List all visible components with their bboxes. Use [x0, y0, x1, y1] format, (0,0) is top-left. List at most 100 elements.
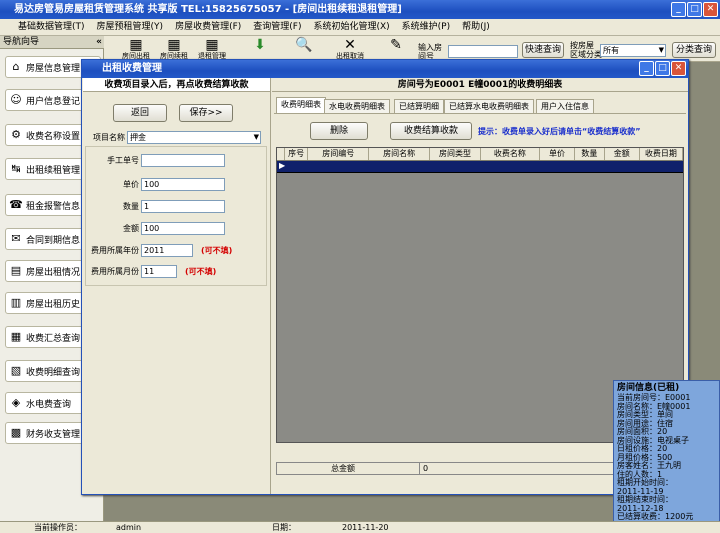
tab-fee-detail[interactable]: 收费明细表 — [276, 97, 326, 113]
tab-utility-detail[interactable]: 水电收费明细表 — [324, 99, 390, 113]
column-header[interactable]: 房间类型 — [430, 148, 481, 160]
settle-button[interactable]: 收费结算收款 — [390, 122, 472, 140]
room-return-icon: ▦ — [205, 37, 219, 53]
date-value: 2011-11-20 — [342, 523, 389, 532]
nav-item-label: 租金报警信息 — [26, 201, 81, 212]
column-header[interactable]: 收费日期 — [640, 148, 684, 160]
fee-name-icon: ⚙ — [11, 128, 21, 141]
menu-system-init[interactable]: 系统初始化管理(X) — [307, 19, 395, 36]
nav-item-label: 出租续租管理 — [26, 165, 81, 176]
column-header[interactable]: 数量 — [575, 148, 605, 160]
manual-no-label: 手工单号 — [107, 156, 139, 165]
summary-icon: ▦ — [10, 330, 22, 343]
chevron-down-icon: ▼ — [253, 133, 259, 141]
contract-icon: ✉ — [11, 232, 21, 245]
column-header[interactable]: 序号 — [285, 148, 309, 160]
room-booking-button[interactable]: ▦ 房间出租 — [122, 38, 150, 60]
date-label: 日期： — [272, 523, 296, 532]
nav-item-label: 房屋出租历史 — [26, 299, 81, 310]
menu-fees[interactable]: 房屋收费管理(F) — [169, 19, 247, 36]
menu-query[interactable]: 查询管理(F) — [247, 19, 307, 36]
room-renew-button[interactable]: ▦ 房间续租 — [160, 38, 188, 60]
area-select[interactable]: 所有 ▼ — [600, 44, 666, 57]
item-name-label: 项目名称 — [93, 133, 125, 142]
nav-item-label: 水电费查询 — [26, 399, 72, 410]
by-area-sublabel: 区域分类 — [570, 50, 602, 59]
room-return-button[interactable]: ▦ 退租管理 — [198, 38, 226, 60]
price-input[interactable]: 100 — [141, 178, 225, 191]
download-icon: ⬇ — [254, 37, 266, 53]
column-header[interactable]: 单价 — [540, 148, 576, 160]
room-number-input[interactable] — [448, 45, 518, 58]
menu-pre-rent[interactable]: 房屋预租管理(Y) — [91, 19, 170, 36]
nav-header-label: 导航向导 — [3, 37, 40, 47]
download-button[interactable]: ⬇ — [246, 38, 274, 60]
close-button[interactable]: ✕ — [703, 2, 718, 17]
month-label: 费用所属月份 — [91, 267, 139, 276]
nav-header: 导航向导 « — [0, 36, 104, 49]
year-optional-note: (可不填) — [201, 246, 233, 255]
menu-maintenance[interactable]: 系统维护(P) — [396, 19, 456, 36]
amount-label: 金额 — [123, 224, 139, 233]
footer-divider — [419, 463, 420, 474]
menu-help[interactable]: 帮助(J) — [456, 19, 496, 36]
item-name-value: 押金 — [130, 133, 146, 142]
table-header: 序号 房间编号 房间名称 房间类型 收费名称 单价 数量 金额 收费日期 — [277, 148, 684, 161]
edit-button[interactable]: ✎ — [382, 38, 410, 60]
back-button[interactable]: 返回 — [113, 104, 167, 122]
operator-label: 当前操作员： — [34, 523, 82, 532]
tab-settled-detail[interactable]: 已结算明细 — [394, 99, 444, 113]
hint-text: 提示：收费单录入好后请单击“收费结算收款” — [478, 127, 641, 136]
classify-search-button[interactable]: 分类查询 — [672, 42, 716, 58]
tab-tenant-info[interactable]: 用户入住信息 — [536, 99, 594, 113]
dialog-minimize-button[interactable]: _ — [639, 61, 654, 76]
month-input[interactable]: 11 — [141, 265, 177, 278]
year-input[interactable]: 2011 — [141, 244, 193, 257]
tab-settled-utility[interactable]: 已结算水电收费明细表 — [444, 99, 534, 113]
room-info-panel: 房间信息(已租) 当前房间号：E0001 房间名称：E幢0001 房间类型：单间 房间… — [613, 380, 720, 533]
utility-icon: ◈ — [11, 396, 21, 409]
delete-button[interactable]: 删除 — [310, 122, 368, 140]
alarm-icon: ☎ — [9, 198, 23, 211]
nav-item-label: 收费名称设置 — [26, 131, 81, 142]
price-label: 单价 — [123, 180, 139, 189]
nav-item-label: 财务收支管理 — [26, 429, 81, 440]
operator-value: admin — [116, 523, 142, 532]
rent-status-icon: ▤ — [10, 264, 22, 277]
item-name-select[interactable]: 押金 ▼ — [127, 131, 261, 144]
column-header[interactable]: 收费名称 — [481, 148, 540, 160]
dialog-maximize-button[interactable]: □ — [655, 61, 670, 76]
row-pointer-icon: ▶ — [279, 161, 286, 170]
fee-entry-header: 收费项目录入后，再点收费结算收款 — [83, 78, 270, 92]
fee-entry-panel: 收费项目录入后，再点收费结算收款 返回 保存>> 项目名称 押金 ▼ 手工单号 单… — [83, 78, 271, 494]
minimize-button[interactable]: _ — [671, 2, 686, 17]
maximize-button[interactable]: □ — [687, 2, 702, 17]
history-icon: ▥ — [10, 296, 22, 309]
amount-input[interactable]: 100 — [141, 222, 225, 235]
detail-icon: ▧ — [10, 364, 22, 377]
qty-label: 数量 — [123, 202, 139, 211]
quick-search-button[interactable]: 快速查询 — [522, 42, 564, 58]
nav-collapse-button[interactable]: « — [96, 36, 102, 49]
menu-bar: 基础数据管理(T) 房屋预租管理(Y) 房屋收费管理(F) 查询管理(F) 系统… — [0, 19, 720, 36]
search-button[interactable]: 🔍 — [290, 38, 318, 60]
close-icon: ✕ — [344, 37, 356, 53]
column-header[interactable]: 房间编号 — [308, 148, 370, 160]
cancel-rent-button[interactable]: ✕ 出租取消 — [336, 38, 364, 60]
row-indicator-header — [277, 148, 285, 160]
table-row[interactable]: ▶ — [277, 161, 683, 173]
menu-basic-data[interactable]: 基础数据管理(T) — [12, 19, 91, 36]
main-title-bar: 易达房管易房屋租赁管理系统 共享版 TEL:15825675057 - [房间出… — [0, 0, 720, 19]
year-label: 费用所属年份 — [91, 246, 139, 255]
tab-divider — [274, 113, 686, 114]
app-title: 易达房管易房屋租赁管理系统 共享版 TEL:15825675057 - [房间出… — [14, 4, 402, 15]
nav-item-label: 用户信息登记 — [26, 96, 81, 107]
room-renew-icon: ▦ — [167, 37, 181, 53]
save-button[interactable]: 保存>> — [179, 104, 233, 122]
column-header[interactable]: 金额 — [605, 148, 640, 160]
dialog-close-button[interactable]: ✕ — [671, 61, 686, 76]
manual-no-input[interactable] — [141, 154, 225, 167]
column-header[interactable]: 房间名称 — [369, 148, 430, 160]
qty-input[interactable]: 1 — [141, 200, 225, 213]
by-area-label: 按房屋 区域分类 — [570, 41, 602, 59]
